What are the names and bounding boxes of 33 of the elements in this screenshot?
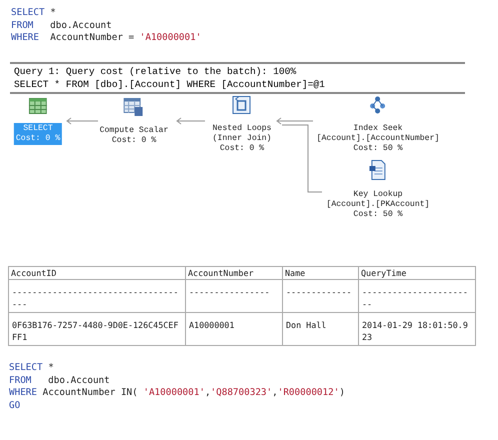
table-cell: Don Hall xyxy=(282,312,358,346)
table-cell: 2014-01-29 18:01:50.923 xyxy=(358,312,476,346)
code-line: SELECT * xyxy=(11,7,56,20)
table-cell: ----------------------- xyxy=(358,280,476,312)
column-header: Name xyxy=(282,266,358,280)
index-tree-icon xyxy=(369,96,387,114)
document-key-icon xyxy=(369,160,387,180)
connector-arrow xyxy=(176,118,206,124)
code-line: WHERE AccountNumber = 'A10000001' xyxy=(11,32,202,44)
column-header: QueryTime xyxy=(358,266,476,280)
table-cell: ---------------- xyxy=(186,280,282,312)
operator-label[interactable]: Key Lookup [Account].[PKAccount] Cost: 50 % xyxy=(324,189,432,221)
plan-header-text: SELECT * FROM [dbo].[Account] WHERE [AccountNumber]=@1 xyxy=(14,78,325,91)
operator-label[interactable]: Nested Loops (Inner Join) Cost: 0 % xyxy=(210,123,274,155)
calculator-table-icon xyxy=(124,98,144,116)
code-line: GO xyxy=(9,400,20,412)
code-line: FROM dbo.Account xyxy=(11,20,112,32)
code-line: SELECT * xyxy=(9,362,54,374)
table-cell: A10000001 xyxy=(186,312,282,346)
connector-arrow xyxy=(276,118,314,124)
table-cell: ------------------------------------ xyxy=(8,280,186,312)
table-cell: ------------- xyxy=(282,280,358,312)
loop-icon xyxy=(233,96,251,114)
operator-label[interactable]: Compute Scalar Cost: 0 % xyxy=(98,125,170,147)
table-cell: 0F63B176-7257-4480-9D0E-126C45CEFFF1 xyxy=(8,312,186,346)
column-header: AccountNumber xyxy=(186,266,282,280)
code-line: FROM dbo.Account xyxy=(9,374,110,387)
table-icon xyxy=(29,98,47,114)
code-line: WHERE AccountNumber IN( 'A10000001','Q88700323','R00000012') xyxy=(9,387,345,400)
plan-header-text: Query 1: Query cost (relative to the batch): 100% xyxy=(14,65,296,78)
column-header: AccountID xyxy=(8,266,186,280)
operator-label[interactable]: Index Seek [Account].[AccountNumber] Cost: 50 % xyxy=(314,123,442,155)
connector-arrow xyxy=(66,118,98,124)
